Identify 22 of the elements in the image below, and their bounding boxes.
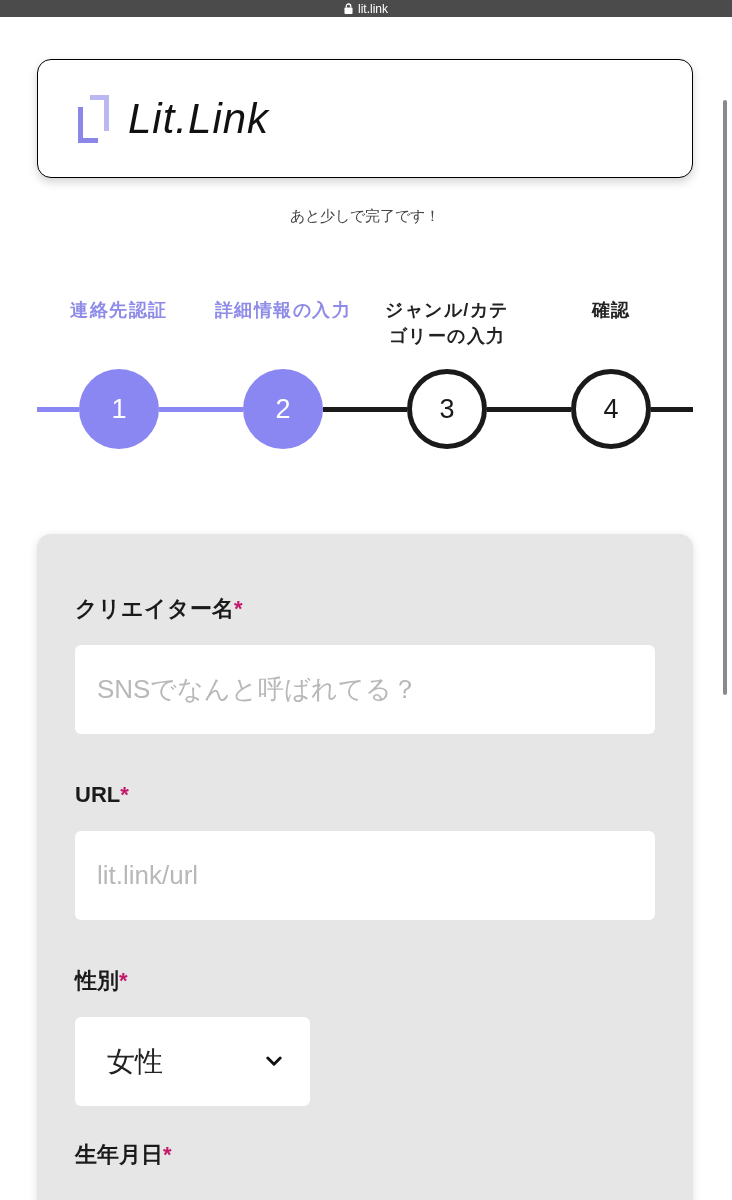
step-label: 確認 (591, 299, 631, 322)
text-input[interactable]: SNSでなんと呼ばれてる？ (75, 645, 655, 734)
step-number: 1 (79, 369, 159, 449)
logo-text[interactable]: Lit.Link (128, 97, 270, 140)
field-label: クリエイター名* (75, 595, 244, 623)
step-label: 詳細情報の入力 (214, 299, 352, 322)
field-label: 生年月日* (75, 1141, 173, 1169)
chevron-down-icon (266, 1056, 282, 1067)
logo-icon (78, 94, 110, 143)
step-label: ジャンル/カテゴリーの入力 (384, 299, 510, 349)
scrollbar[interactable] (723, 100, 727, 695)
step-number: 2 (243, 369, 323, 449)
step-label: 連絡先認証 (70, 299, 168, 322)
step-number: 3 (407, 369, 487, 449)
field-label: 性別* (75, 967, 129, 995)
step-number: 4 (571, 369, 651, 449)
subtitle: あと少しで完了です！ (290, 206, 440, 226)
address-text: lit.link (358, 2, 388, 15)
field-label: URL* (75, 781, 130, 809)
gender-select[interactable]: 女性 (75, 1017, 310, 1106)
text-input[interactable]: lit.link/url (75, 831, 655, 920)
lock-icon (344, 3, 353, 14)
